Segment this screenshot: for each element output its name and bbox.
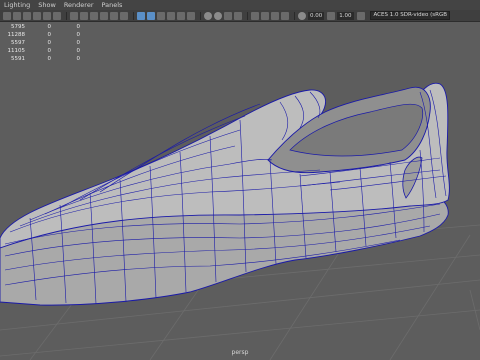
toolbar-divider — [200, 11, 201, 20]
xray-icon[interactable] — [261, 11, 269, 20]
ambient-occlusion-icon[interactable] — [204, 11, 212, 20]
hud-value: 11288 — [7, 32, 26, 38]
exposure-field[interactable]: 0.00 — [308, 11, 325, 20]
hud-value: 0 — [47, 24, 52, 30]
grid-toggle-icon[interactable] — [70, 11, 78, 20]
perspective-viewport[interactable]: persp — [0, 22, 480, 360]
hud-value: 0 — [76, 24, 81, 30]
toolbar-divider — [66, 11, 67, 20]
gate-mask-icon[interactable] — [100, 11, 108, 20]
hud-value: 0 — [47, 48, 52, 54]
safe-action-icon[interactable] — [120, 11, 128, 20]
xray-components-icon[interactable] — [281, 11, 289, 20]
poly-count-hud: 5795 0 0 11288 0 0 5597 0 0 11105 0 0 55… — [3, 23, 81, 63]
hud-value: 0 — [76, 48, 81, 54]
wireframe-icon[interactable] — [137, 11, 145, 20]
menu-panels[interactable]: Panels — [102, 0, 123, 10]
menu-renderer[interactable]: Renderer — [64, 0, 94, 10]
menu-show[interactable]: Show — [38, 0, 56, 10]
isolate-select-icon[interactable] — [251, 11, 259, 20]
hud-value: 0 — [76, 32, 81, 38]
toolbar-divider — [133, 11, 134, 20]
select-camera-icon[interactable] — [3, 11, 11, 20]
resolution-gate-icon[interactable] — [90, 11, 98, 20]
xray-joints-icon[interactable] — [271, 11, 279, 20]
default-material-icon[interactable] — [157, 11, 165, 20]
hud-value: 0 — [76, 40, 81, 46]
bookmark-icon[interactable] — [23, 11, 31, 20]
toolbar-divider — [247, 11, 248, 20]
hud-value: 5795 — [11, 24, 25, 30]
motion-blur-icon[interactable] — [214, 11, 222, 20]
color-management-icon[interactable] — [356, 11, 365, 20]
smooth-shade-icon[interactable] — [147, 11, 155, 20]
field-chart-icon[interactable] — [110, 11, 118, 20]
toolbar-divider — [294, 11, 295, 20]
hud-value: 11105 — [7, 48, 26, 54]
film-gate-icon[interactable] — [80, 11, 88, 20]
image-plane-icon[interactable] — [33, 11, 41, 20]
gamma-field[interactable]: 1.00 — [337, 11, 354, 20]
two-d-pan-icon[interactable] — [43, 11, 51, 20]
hud-value: 0 — [47, 56, 52, 62]
hud-value: 5597 — [11, 40, 25, 46]
lights-icon[interactable] — [177, 11, 185, 20]
menu-lighting[interactable]: Lighting — [4, 0, 30, 10]
hud-value: 0 — [47, 40, 52, 46]
panel-toolbar: 0.00 1.00 ACES 1.0 SDR-video (sRGB — [0, 10, 480, 22]
grease-pencil-icon[interactable] — [53, 11, 61, 20]
view-transform-select[interactable]: ACES 1.0 SDR-video (sRGB — [369, 11, 450, 20]
hud-row-tris: 11105 0 0 — [3, 47, 81, 55]
panel-menu-bar: Lighting Show Renderer Panels — [0, 0, 480, 10]
depth-of-field-icon[interactable] — [234, 11, 242, 20]
camera-attributes-icon[interactable] — [13, 11, 21, 20]
hud-row-faces: 5597 0 0 — [3, 39, 80, 47]
textured-icon[interactable] — [167, 11, 175, 20]
camera-name-label: persp — [232, 349, 249, 356]
hud-row-verts: 5795 0 0 — [3, 23, 80, 31]
exposure-icon[interactable] — [298, 11, 306, 20]
hud-value: 0 — [47, 32, 52, 38]
hud-value: 5591 — [11, 56, 25, 62]
hud-row-edges: 11288 0 0 — [3, 31, 81, 39]
anti-aliasing-icon[interactable] — [224, 11, 232, 20]
hud-value: 0 — [76, 56, 81, 62]
hud-row-uvs: 5591 0 0 — [3, 55, 80, 63]
gamma-icon[interactable] — [327, 11, 336, 20]
shadows-icon[interactable] — [187, 11, 195, 20]
